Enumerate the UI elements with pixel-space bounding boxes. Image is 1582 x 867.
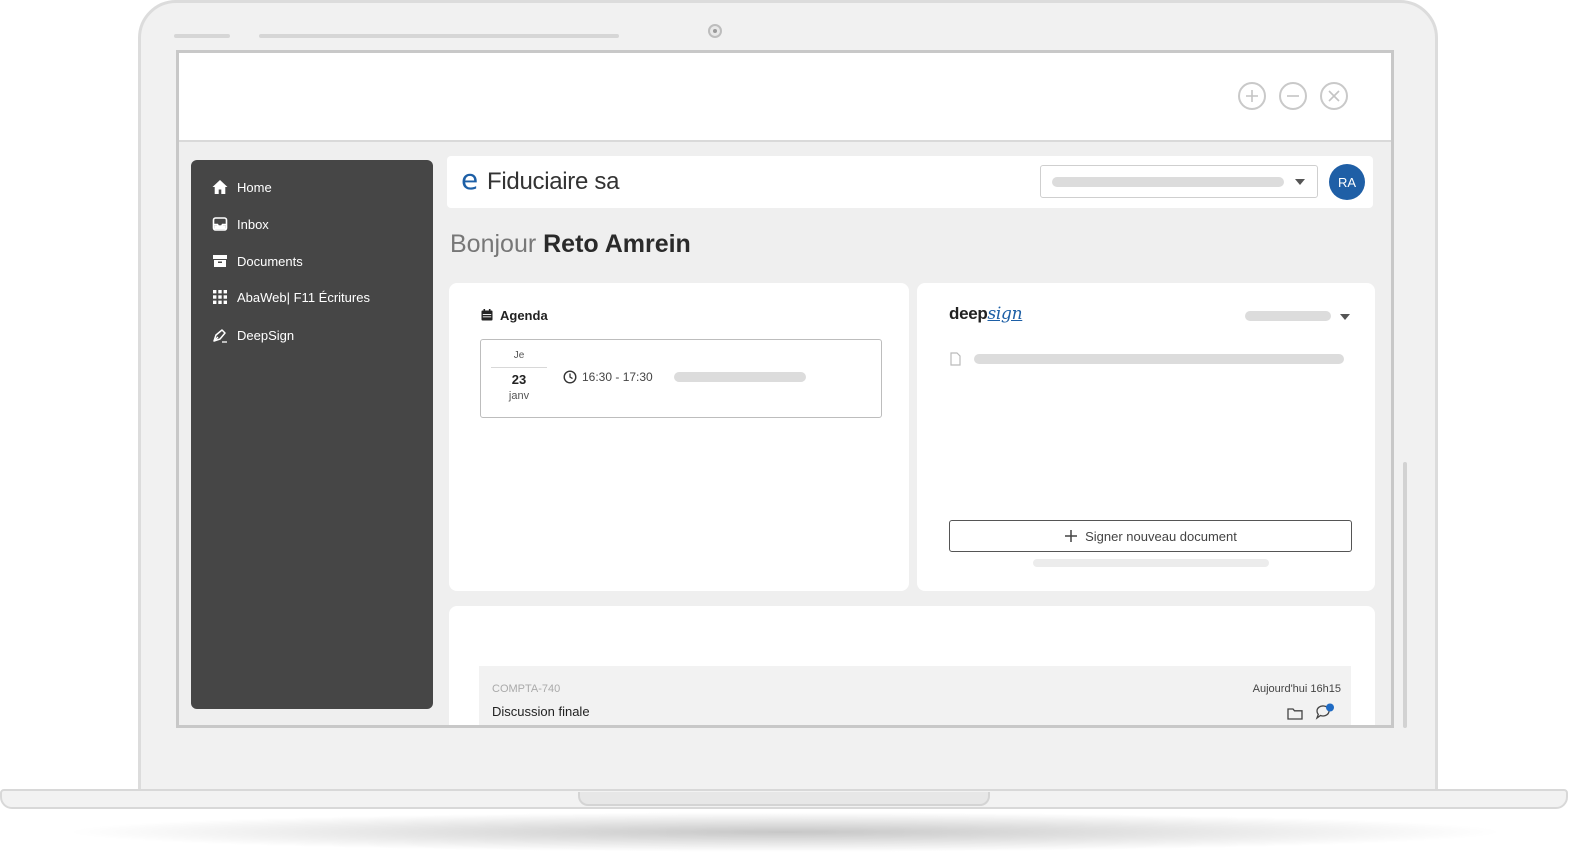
sidebar-item-inbox[interactable]: Inbox [211, 212, 269, 236]
lid-decoration [174, 34, 230, 38]
app-body: Home Inbox Documents AbaWeb| F11 Écritur… [179, 142, 1391, 725]
event-month: janv [508, 390, 530, 402]
greeting-prefix: Bonjour [450, 230, 537, 258]
company-select[interactable] [1040, 165, 1318, 198]
close-button[interactable] [1320, 82, 1348, 110]
clock-icon [563, 370, 577, 384]
sidebar-item-abaweb[interactable]: AbaWeb| F11 Écritures [211, 285, 370, 309]
page-title: Bonjour Reto Amrein [450, 230, 691, 259]
laptop-notch [578, 792, 990, 806]
user-avatar[interactable]: RA [1329, 164, 1365, 200]
lid-decoration [259, 34, 619, 38]
footer-placeholder [1033, 559, 1269, 567]
screen: Home Inbox Documents AbaWeb| F11 Écritur… [176, 50, 1394, 728]
sidebar: Home Inbox Documents AbaWeb| F11 Écritur… [191, 160, 433, 709]
sidebar-item-documents[interactable]: Documents [211, 249, 303, 273]
item-title: Discussion finale [492, 704, 590, 719]
plus-icon [1065, 530, 1078, 542]
laptop-shadow [60, 812, 1510, 852]
list-item[interactable]: COMPTA-740 Discussion finale Aujourd'hui… [479, 666, 1351, 725]
minus-circle-icon [1287, 95, 1299, 97]
window-titlebar [179, 53, 1391, 142]
document-placeholder [974, 354, 1344, 364]
minimize-button[interactable] [1279, 82, 1307, 110]
date-divider [491, 367, 547, 368]
sidebar-item-label: Inbox [237, 216, 269, 232]
event-time: 16:30 - 17:30 [582, 370, 653, 384]
sign-new-document-button[interactable]: Signer nouveau document [949, 520, 1352, 552]
inbox-icon [211, 215, 229, 233]
deepsign-logo-script: sign [987, 304, 1023, 324]
item-timestamp: Aujourd'hui 16h15 [1252, 683, 1341, 695]
sidebar-item-label: Home [237, 179, 272, 195]
company-name: Fiduciaire sa [487, 168, 620, 195]
deepsign-card: deepsign Signer nouveau document [917, 283, 1375, 591]
grid-apps-icon [211, 288, 229, 306]
user-name: Reto Amrein [543, 230, 691, 258]
deepsign-logo-bold: deep [949, 304, 988, 323]
select-value-placeholder [1052, 177, 1284, 187]
pen-sign-icon [211, 326, 229, 344]
maximize-button[interactable] [1238, 82, 1266, 110]
scrollbar[interactable] [1403, 462, 1407, 728]
app-header: e Fiduciaire sa RA [447, 156, 1373, 208]
home-icon [211, 178, 229, 196]
chevron-down-icon [1295, 179, 1305, 185]
event-day: 23 [511, 372, 527, 387]
agenda-event[interactable]: Je 23 janv 16:30 - 17:30 [480, 339, 882, 418]
sidebar-item-label: AbaWeb| F11 Écritures [237, 289, 370, 305]
chevron-down-icon[interactable] [1339, 312, 1351, 322]
camera-icon [708, 24, 722, 38]
company-logo-mark: e [461, 163, 479, 196]
archive-box-icon [211, 252, 229, 270]
close-circle-icon [1328, 90, 1340, 102]
event-weekday: Je [513, 350, 525, 361]
agenda-title: Agenda [500, 308, 548, 323]
folder-icon[interactable] [1287, 707, 1303, 720]
sidebar-item-label: Documents [237, 253, 303, 269]
deepsign-logo: deepsign [949, 304, 1023, 324]
activity-card: COMPTA-740 Discussion finale Aujourd'hui… [449, 606, 1375, 725]
plus-circle-icon [1246, 90, 1258, 102]
event-title-placeholder [674, 372, 806, 382]
sign-new-document-label: Signer nouveau document [1085, 528, 1237, 544]
agenda-card: Agenda Je 23 janv 16:30 - 17:30 [449, 283, 909, 591]
item-reference: COMPTA-740 [492, 683, 561, 695]
sidebar-item-home[interactable]: Home [211, 175, 272, 199]
sidebar-item-label: DeepSign [237, 327, 295, 343]
filter-placeholder[interactable] [1245, 311, 1331, 321]
sidebar-item-deepsign[interactable]: DeepSign [211, 323, 294, 347]
comment-icon[interactable] [1315, 703, 1335, 721]
document-icon [950, 352, 961, 366]
calendar-icon [481, 309, 493, 321]
